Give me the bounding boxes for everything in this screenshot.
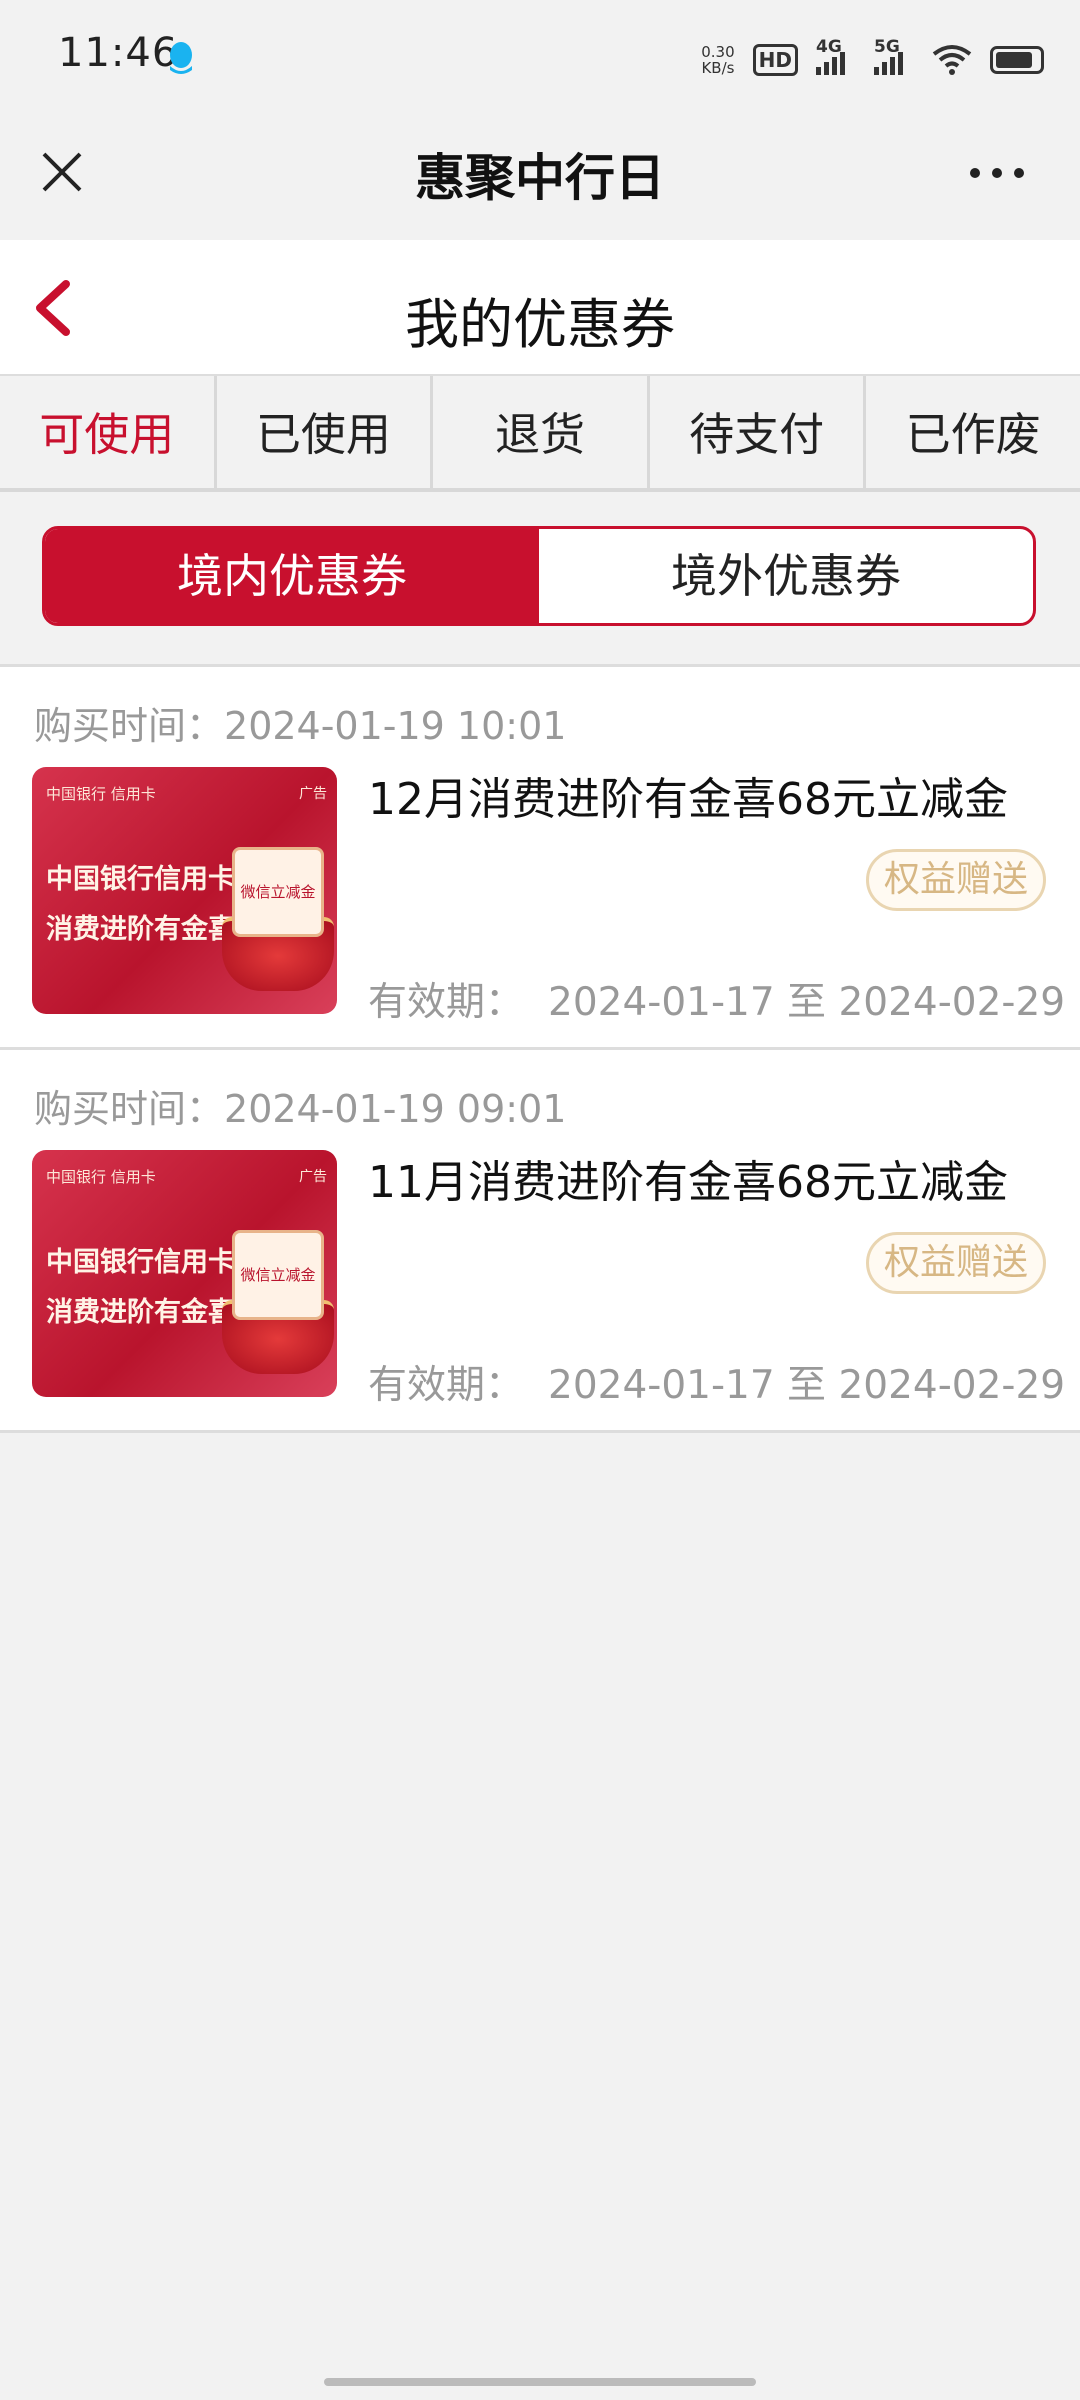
validity-range: 2024-01-17 至 2024-02-29 <box>548 1363 1066 1408</box>
bank-logo: 中国银行 信用卡 <box>46 1168 156 1186</box>
thumb-line-1: 中国银行信用卡 <box>46 1247 235 1278</box>
network-speed: 0.30 KB/s <box>701 44 734 76</box>
page-header: 我的优惠券 <box>0 240 1080 376</box>
ad-tag: 广告 <box>299 786 327 802</box>
tab-pending-payment[interactable]: 待支付 <box>650 376 867 488</box>
validity-period: 有效期： 2024-01-17 至 2024-02-29 <box>368 1354 1065 1410</box>
thumb-line-1: 中国银行信用卡 <box>46 864 235 895</box>
coupon-thumbnail: 中国银行 信用卡 广告 中国银行信用卡 消费进阶有金喜 微信立减金 <box>32 1150 337 1397</box>
tab-voided[interactable]: 已作废 <box>866 376 1080 488</box>
coupon-title: 11月消费进阶有金喜68元立减金 <box>368 1157 1008 1208</box>
coupon-thumbnail: 中国银行 信用卡 广告 中国银行信用卡 消费进阶有金喜 微信立减金 <box>32 767 337 1014</box>
status-bar: 11:46 0.30 KB/s HD 4G 5G <box>0 0 1080 118</box>
tab-available[interactable]: 可使用 <box>0 376 217 488</box>
status-time: 11:46 <box>58 30 179 76</box>
ad-tag: 广告 <box>299 1169 327 1185</box>
thumb-line-2: 消费进阶有金喜 <box>46 1297 235 1328</box>
validity-period: 有效期： 2024-01-17 至 2024-02-29 <box>368 971 1065 1027</box>
validity-label: 有效期： <box>368 980 525 1025</box>
purchase-time-label: 购买时间： <box>34 704 225 748</box>
wifi-icon <box>932 45 972 75</box>
coupon-item[interactable]: 购买时间：2024-01-19 10:01 中国银行 信用卡 广告 中国银行信用… <box>0 667 1080 1050</box>
more-options-icon[interactable] <box>970 156 1040 190</box>
signal-4g-label: 4G <box>816 37 842 57</box>
thumb-box-label: 微信立减金 <box>232 1230 324 1320</box>
domestic-coupons-button[interactable]: 境内优惠券 <box>45 529 539 623</box>
thumb-box-label: 微信立减金 <box>232 847 324 937</box>
region-segment-toggle: 境内优惠券 境外优惠券 <box>42 526 1036 626</box>
purchase-time-label: 购买时间： <box>34 1087 225 1131</box>
gift-rights-button[interactable]: 权益赠送 <box>866 1232 1046 1294</box>
validity-label: 有效期： <box>368 1363 525 1408</box>
overseas-coupons-button[interactable]: 境外优惠券 <box>539 529 1033 623</box>
bank-logo: 中国银行 信用卡 <box>46 785 156 803</box>
thumb-line-2: 消费进阶有金喜 <box>46 914 235 945</box>
validity-range: 2024-01-17 至 2024-02-29 <box>548 980 1066 1025</box>
purchase-time: 购买时间：2024-01-19 10:01 <box>34 695 566 750</box>
status-indicators: 0.30 KB/s HD 4G 5G <box>701 36 1044 84</box>
mini-program-title-bar: 惠聚中行日 <box>0 118 1080 240</box>
page-title: 我的优惠券 <box>405 293 675 356</box>
signal-5g-icon: 5G <box>874 37 914 75</box>
network-speed-unit: KB/s <box>701 59 735 77</box>
purchase-time-value: 2024-01-19 10:01 <box>224 704 567 748</box>
tab-returned[interactable]: 退货 <box>433 376 650 488</box>
gift-rights-button[interactable]: 权益赠送 <box>866 849 1046 911</box>
qq-notification-icon <box>170 42 192 74</box>
battery-icon <box>990 46 1044 74</box>
coupon-item[interactable]: 购买时间：2024-01-19 09:01 中国银行 信用卡 广告 中国银行信用… <box>0 1050 1080 1433</box>
home-indicator[interactable] <box>324 2378 756 2386</box>
signal-5g-label: 5G <box>874 37 900 57</box>
purchase-time: 购买时间：2024-01-19 09:01 <box>34 1078 566 1133</box>
network-speed-value: 0.30 <box>701 43 735 61</box>
tab-used[interactable]: 已使用 <box>217 376 434 488</box>
coupon-status-tabs: 可使用 已使用 退货 待支付 已作废 <box>0 376 1080 492</box>
purchase-time-value: 2024-01-19 09:01 <box>224 1087 567 1131</box>
hd-icon: HD <box>752 44 798 76</box>
signal-4g-icon: 4G <box>816 37 856 75</box>
coupon-list: 购买时间：2024-01-19 10:01 中国银行 信用卡 广告 中国银行信用… <box>0 664 1080 1433</box>
coupon-title: 12月消费进阶有金喜68元立减金 <box>368 774 1008 825</box>
app-title: 惠聚中行日 <box>415 149 665 207</box>
